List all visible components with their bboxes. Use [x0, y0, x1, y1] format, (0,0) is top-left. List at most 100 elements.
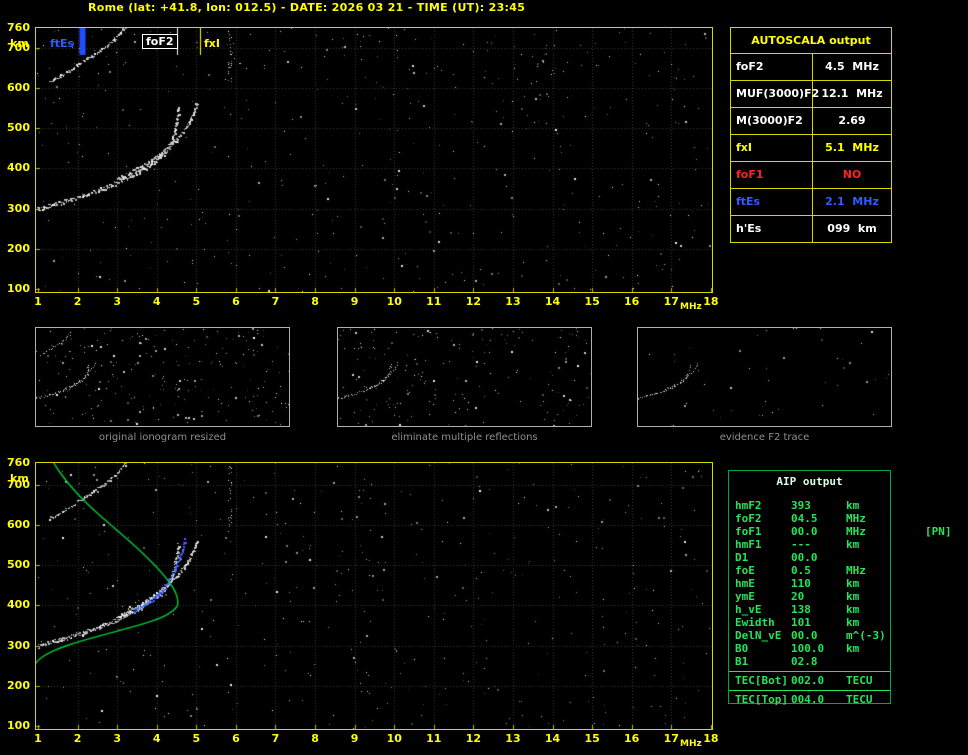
aip-unit: km [846, 616, 859, 629]
autoscala-row-h'Es: h'Es099 km [731, 215, 891, 242]
x-axis-unit: MHz [680, 302, 702, 312]
aip-unit: MHz [846, 525, 866, 538]
autoscala-value: 4.5 MHz [813, 54, 891, 80]
x-tick-label: 18 [702, 295, 720, 308]
aip-value: 002.0 [791, 674, 824, 687]
aip-row-hmF2: hmF2393km [729, 499, 890, 512]
aip-row-foF2: foF204.5MHz [729, 512, 890, 525]
autoscala-row-foF2: foF24.5 MHz [731, 53, 891, 80]
x-tick-label: 7 [266, 295, 284, 308]
x-tick-label: 17 [662, 732, 680, 745]
aip-param-label: TEC[Top] [735, 693, 788, 706]
autoscala-param-label: ftEs [731, 189, 813, 215]
thumbnail-eliminate-reflections [337, 327, 592, 427]
ftes-marker-label: ftEs [50, 37, 74, 50]
x-tick-label: 8 [306, 295, 324, 308]
y-tick-label: 400 [4, 598, 30, 611]
aip-unit: km [846, 577, 859, 590]
thumbnail-original-canvas [36, 328, 289, 426]
aip-value: 110 [791, 577, 811, 590]
y-tick-label: 600 [4, 81, 30, 94]
autoscala-value: 5.1 MHz [813, 135, 891, 161]
x-tick-label: 2 [69, 732, 87, 745]
aip-param-label: B0 [735, 642, 748, 655]
x-tick-label: 12 [464, 295, 482, 308]
x-tick-label: 1 [29, 732, 47, 745]
y-tick-label: 400 [4, 161, 30, 174]
fxi-marker-label: fxI [204, 37, 220, 50]
y-tick-label: 200 [4, 679, 30, 692]
autoscala-output-table: AUTOSCALA output foF24.5 MHzMUF(3000)F21… [730, 27, 892, 243]
aip-param-label: hmF2 [735, 499, 762, 512]
y-axis-unit: km [10, 37, 29, 50]
fof2-marker-label: foF2 [142, 34, 178, 49]
thumbnail-eliminate-canvas [338, 328, 591, 426]
y-tick-label: 500 [4, 558, 30, 571]
tec-separator [729, 690, 890, 691]
autoscala-row-ftEs: ftEs2.1 MHz [731, 188, 891, 215]
aip-table-rows: hmF2393kmfoF204.5MHzfoF100.0MHz[PN]hmF1-… [729, 499, 890, 668]
x-tick-label: 14 [544, 732, 562, 745]
aip-row-TEC[Bot]: TEC[Bot]002.0TECU [729, 674, 890, 687]
aip-param-label: foF2 [735, 512, 762, 525]
thumbnail-original-caption: original ionogram resized [35, 432, 290, 443]
aip-table-title: AIP output [729, 471, 890, 493]
x-tick-label: 16 [623, 732, 641, 745]
aip-value: 20 [791, 590, 804, 603]
aip-param-label: ymE [735, 590, 755, 603]
x-tick-label: 3 [108, 732, 126, 745]
aip-value: 00.0 [791, 551, 818, 564]
aip-unit: km [846, 590, 859, 603]
x-axis-unit: MHz [680, 739, 702, 749]
autoscala-table-title: AUTOSCALA output [731, 28, 891, 53]
autoscala-row-M(3000)F2: M(3000)F22.69 [731, 107, 891, 134]
aip-row-foF1: foF100.0MHz[PN] [729, 525, 890, 538]
autoscala-value: 2.69 [813, 108, 891, 134]
aip-value: 00.0 [791, 629, 818, 642]
x-tick-label: 10 [385, 732, 403, 745]
aip-value: 0.5 [791, 564, 811, 577]
aip-param-label: Ewidth [735, 616, 775, 629]
aip-tec-rows: TEC[Bot]002.0TECUTEC[Top]004.0TECU [729, 671, 890, 706]
y-tick-label: 500 [4, 121, 30, 134]
autoscala-value: NO [813, 162, 891, 188]
aip-row-foE: foE0.5MHz [729, 564, 890, 577]
x-tick-label: 13 [504, 295, 522, 308]
y-tick-label: 700 [4, 41, 30, 54]
x-tick-label: 11 [425, 732, 443, 745]
autoscala-param-label: h'Es [731, 216, 813, 242]
x-tick-label: 9 [346, 732, 364, 745]
x-tick-label: 4 [148, 295, 166, 308]
thumbnail-evidence-canvas [638, 328, 891, 426]
aip-unit: m^(-3) [846, 629, 886, 642]
aip-param-label: foE [735, 564, 755, 577]
y-tick-label: 760 [4, 21, 30, 34]
thumbnail-original-ionogram [35, 327, 290, 427]
aip-value: 138 [791, 603, 811, 616]
aip-param-label: foF1 [735, 525, 762, 538]
aip-row-h_vE: h_vE138km [729, 603, 890, 616]
aip-row-hmF1: hmF1---km [729, 538, 890, 551]
autoscala-value: 12.1 MHz [813, 81, 891, 107]
x-tick-label: 3 [108, 295, 126, 308]
x-tick-label: 9 [346, 295, 364, 308]
x-tick-label: 11 [425, 295, 443, 308]
y-tick-label: 200 [4, 242, 30, 255]
aip-value: 393 [791, 499, 811, 512]
x-tick-label: 14 [544, 295, 562, 308]
aip-value: --- [791, 538, 811, 551]
aip-row-ymE: ymE 20 km [729, 590, 890, 603]
autoscala-row-MUF(3000)F2: MUF(3000)F212.1 MHz [731, 80, 891, 107]
aip-unit: MHz [846, 512, 866, 525]
aip-unit: km [846, 538, 859, 551]
aip-value: 101 [791, 616, 811, 629]
aip-value: 004.0 [791, 693, 824, 706]
aip-note: [PN] [925, 525, 952, 538]
page-title: Rome (lat: +41.8, lon: 012.5) - DATE: 20… [88, 1, 525, 14]
main-ionogram-canvas [36, 28, 712, 292]
x-tick-label: 5 [187, 295, 205, 308]
y-tick-label: 100 [4, 282, 30, 295]
aip-unit: TECU [846, 674, 873, 687]
x-tick-label: 10 [385, 295, 403, 308]
x-tick-label: 2 [69, 295, 87, 308]
